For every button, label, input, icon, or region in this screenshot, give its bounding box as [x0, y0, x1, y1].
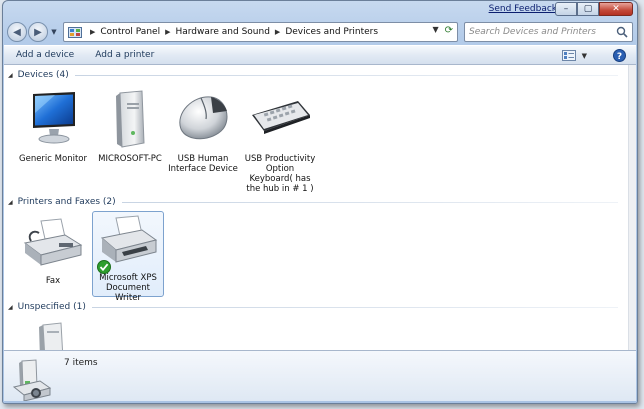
printer-label: Microsoft XPS Document Writer	[99, 273, 157, 303]
caption-buttons: – ▢ ✕	[555, 2, 633, 16]
device-label: USB Productivity Option Keyboard( has th…	[244, 154, 316, 194]
device-label: USB Human Interface Device	[168, 154, 238, 174]
refresh-icon[interactable]: ⟳	[445, 25, 453, 37]
vertical-scrollbar[interactable]	[628, 65, 636, 350]
group-divider	[74, 74, 618, 76]
collapse-chevron-icon[interactable]: ◢	[8, 199, 13, 206]
device-label: Generic Monitor	[19, 154, 87, 164]
window-bottom-frame	[3, 401, 637, 403]
back-button[interactable]: ◀	[7, 22, 27, 42]
close-button[interactable]: ✕	[599, 2, 633, 16]
search-input[interactable]	[469, 27, 619, 37]
group-divider	[121, 201, 618, 203]
computer-tower-icon	[116, 90, 145, 148]
device-item-microsoft-pc[interactable]: MICROSOFT-PC	[94, 89, 166, 164]
unspecified-device-item[interactable]	[17, 319, 89, 350]
view-controls: ▼ ?	[561, 49, 626, 62]
group-divider	[91, 306, 618, 308]
recent-pages-dropdown[interactable]: ▼	[49, 28, 59, 36]
more-options-dropdown-icon[interactable]: ▼	[582, 52, 587, 60]
breadcrumb-separator-icon[interactable]: ▶	[275, 28, 280, 36]
printer-item-fax[interactable]: Fax	[17, 215, 89, 286]
add-device-button[interactable]: Add a device	[16, 50, 74, 60]
breadcrumb-devices-and-printers[interactable]: Devices and Printers	[285, 27, 378, 37]
default-printer-check-icon	[97, 260, 111, 274]
group-title: Printers and Faxes (2)	[17, 197, 116, 207]
unspecified-device-icon	[39, 322, 64, 350]
change-view-icon[interactable]	[561, 50, 576, 61]
collapse-chevron-icon[interactable]: ◢	[8, 304, 13, 311]
group-header-devices[interactable]: ◢ Devices (4)	[8, 70, 618, 80]
item-count: 7 items	[64, 358, 98, 368]
svg-text:?: ?	[617, 52, 622, 62]
group-header-printers-and-faxes[interactable]: ◢ Printers and Faxes (2)	[8, 197, 618, 207]
devices-and-printers-window: Send Feedback – ▢ ✕ ◀ ▶ ▼ ▶ Control Pane…	[2, 0, 638, 404]
devices-and-printers-icon	[12, 359, 52, 401]
add-printer-button[interactable]: Add a printer	[95, 50, 154, 60]
fax-icon	[23, 218, 83, 266]
group-title: Devices (4)	[17, 70, 69, 80]
device-item-usb-productivity-option-keyboard[interactable]: USB Productivity Option Keyboard( has th…	[244, 89, 316, 194]
mouse-icon	[179, 96, 228, 140]
breadcrumb-hardware-and-sound[interactable]: Hardware and Sound	[175, 27, 269, 37]
help-icon[interactable]: ?	[613, 49, 626, 62]
printer-label: Fax	[45, 276, 61, 286]
printer-item-microsoft-xps-document-writer[interactable]: Microsoft XPS Document Writer	[92, 211, 164, 303]
breadcrumb-control-panel[interactable]: Control Panel	[100, 27, 160, 37]
device-label: MICROSOFT-PC	[98, 154, 162, 164]
details-pane: 7 items	[4, 350, 636, 403]
group-title: Unspecified (1)	[17, 302, 86, 312]
control-panel-icon	[68, 26, 82, 38]
device-list: ◢ Devices (4) Generic Monitor MICROSOFT-…	[4, 65, 636, 350]
minimize-button[interactable]: –	[555, 2, 577, 16]
navigation-bar: ◀ ▶ ▼ ▶ Control Panel ▶ Hardware and Sou…	[7, 21, 633, 43]
group-header-unspecified[interactable]: ◢ Unspecified (1)	[8, 302, 618, 312]
breadcrumb-separator-icon[interactable]: ▶	[90, 28, 95, 36]
breadcrumb: ▶ Control Panel ▶ Hardware and Sound ▶ D…	[85, 27, 378, 37]
address-controls: ▼ ⟳	[432, 25, 453, 37]
keyboard-icon	[252, 101, 310, 134]
device-item-generic-monitor[interactable]: Generic Monitor	[17, 89, 89, 164]
device-item-usb-human-interface-device[interactable]: USB Human Interface Device	[167, 89, 239, 174]
command-bar: Add a device Add a printer ▼ ?	[4, 45, 636, 65]
collapse-chevron-icon[interactable]: ◢	[8, 72, 13, 79]
send-feedback-link[interactable]: Send Feedback	[489, 4, 557, 14]
breadcrumb-separator-icon[interactable]: ▶	[165, 28, 170, 36]
search-box	[464, 22, 633, 42]
address-dropdown-icon[interactable]: ▼	[432, 25, 438, 37]
maximize-button[interactable]: ▢	[577, 2, 599, 16]
forward-button[interactable]: ▶	[28, 22, 48, 42]
monitor-icon	[33, 92, 75, 144]
address-bar[interactable]: ▶ Control Panel ▶ Hardware and Sound ▶ D…	[63, 22, 458, 42]
search-icon[interactable]	[616, 26, 628, 38]
